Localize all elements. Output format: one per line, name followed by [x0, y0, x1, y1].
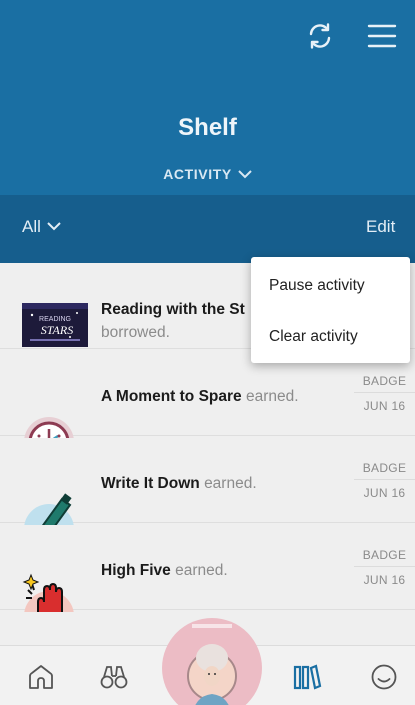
- activity-type: BADGE: [354, 370, 415, 393]
- activity-dropdown-label: ACTIVITY: [163, 166, 232, 182]
- pen-badge-icon: [22, 459, 88, 554]
- activity-title: A Moment to Spare: [101, 388, 242, 405]
- page-title: Shelf: [178, 114, 237, 141]
- activity-title: High Five: [101, 562, 171, 579]
- hamburger-menu-icon[interactable]: [366, 20, 398, 52]
- sync-icon[interactable]: [304, 20, 336, 52]
- chevron-down-icon: [47, 222, 61, 231]
- clock-badge-icon: [22, 372, 88, 467]
- activity-date: JUN 16: [363, 486, 406, 500]
- activity-verb: borrowed.: [101, 324, 170, 341]
- activity-meta: BADGE JUN 16: [354, 544, 415, 594]
- activity-text: High Five earned.: [101, 562, 228, 580]
- activity-type: BADGE: [354, 544, 415, 567]
- binoculars-icon[interactable]: [99, 662, 129, 692]
- activity-type: BADGE: [354, 457, 415, 480]
- activity-dropdown[interactable]: ACTIVITY: [0, 166, 415, 182]
- clear-activity-menu-item[interactable]: Clear activity: [269, 328, 358, 346]
- app-header: Shelf ACTIVITY: [0, 0, 415, 195]
- high-five-badge-icon: [22, 546, 88, 641]
- activity-verb: earned.: [245, 388, 299, 405]
- chevron-down-icon: [238, 170, 252, 179]
- activity-meta: BADGE JUN 16: [354, 457, 415, 507]
- book-cover-thumbnail: READING STARS: [22, 285, 88, 351]
- activity-date: JUN 16: [363, 573, 406, 587]
- shelf-books-icon[interactable]: [292, 662, 322, 692]
- activity-options-menu: Pause activity Clear activity: [251, 257, 410, 363]
- activity-title: Write It Down: [101, 475, 200, 492]
- activity-text: Reading with the St: [101, 301, 245, 319]
- edit-button[interactable]: Edit: [366, 217, 395, 237]
- filter-label: All: [22, 217, 41, 236]
- activity-verb-line: borrowed.: [101, 324, 170, 342]
- activity-title: Reading with the St: [101, 301, 245, 318]
- smiley-icon[interactable]: [369, 662, 399, 692]
- pause-activity-menu-item[interactable]: Pause activity: [269, 277, 365, 295]
- activity-row[interactable]: Write It Down earned. BADGE JUN 16: [0, 437, 415, 554]
- home-icon[interactable]: [26, 662, 56, 692]
- activity-verb: earned.: [175, 562, 228, 579]
- activity-text: Write It Down earned.: [101, 475, 257, 493]
- filter-dropdown[interactable]: All: [22, 217, 61, 237]
- thumb-text-2: STARS: [41, 323, 73, 337]
- activity-text: A Moment to Spare earned.: [101, 388, 299, 406]
- activity-meta: BADGE JUN 16: [354, 370, 415, 420]
- activity-date: JUN 16: [363, 399, 406, 413]
- activity-row[interactable]: High Five earned. BADGE JUN 16: [0, 524, 415, 641]
- thumb-text-1: READING: [39, 316, 71, 323]
- activity-verb: earned.: [204, 475, 257, 492]
- filter-bar: All Edit: [0, 195, 415, 263]
